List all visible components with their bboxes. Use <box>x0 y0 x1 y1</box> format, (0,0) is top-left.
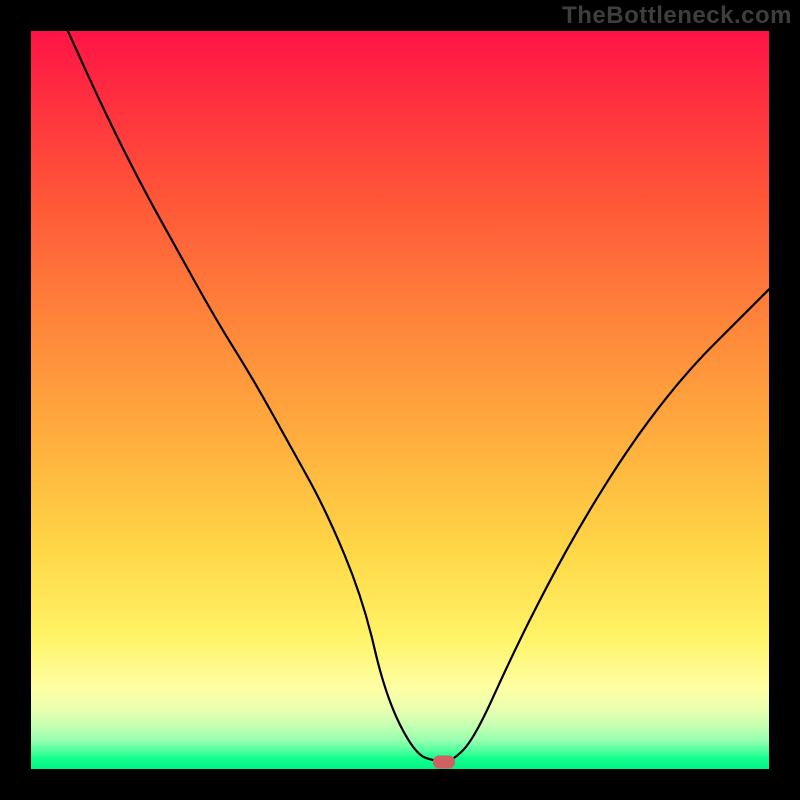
plot-area <box>31 31 769 769</box>
chart-frame: TheBottleneck.com <box>0 0 800 800</box>
optimum-marker <box>433 755 455 768</box>
bottleneck-curve <box>68 31 769 762</box>
watermark-label: TheBottleneck.com <box>562 2 792 30</box>
curve-svg <box>31 31 769 769</box>
